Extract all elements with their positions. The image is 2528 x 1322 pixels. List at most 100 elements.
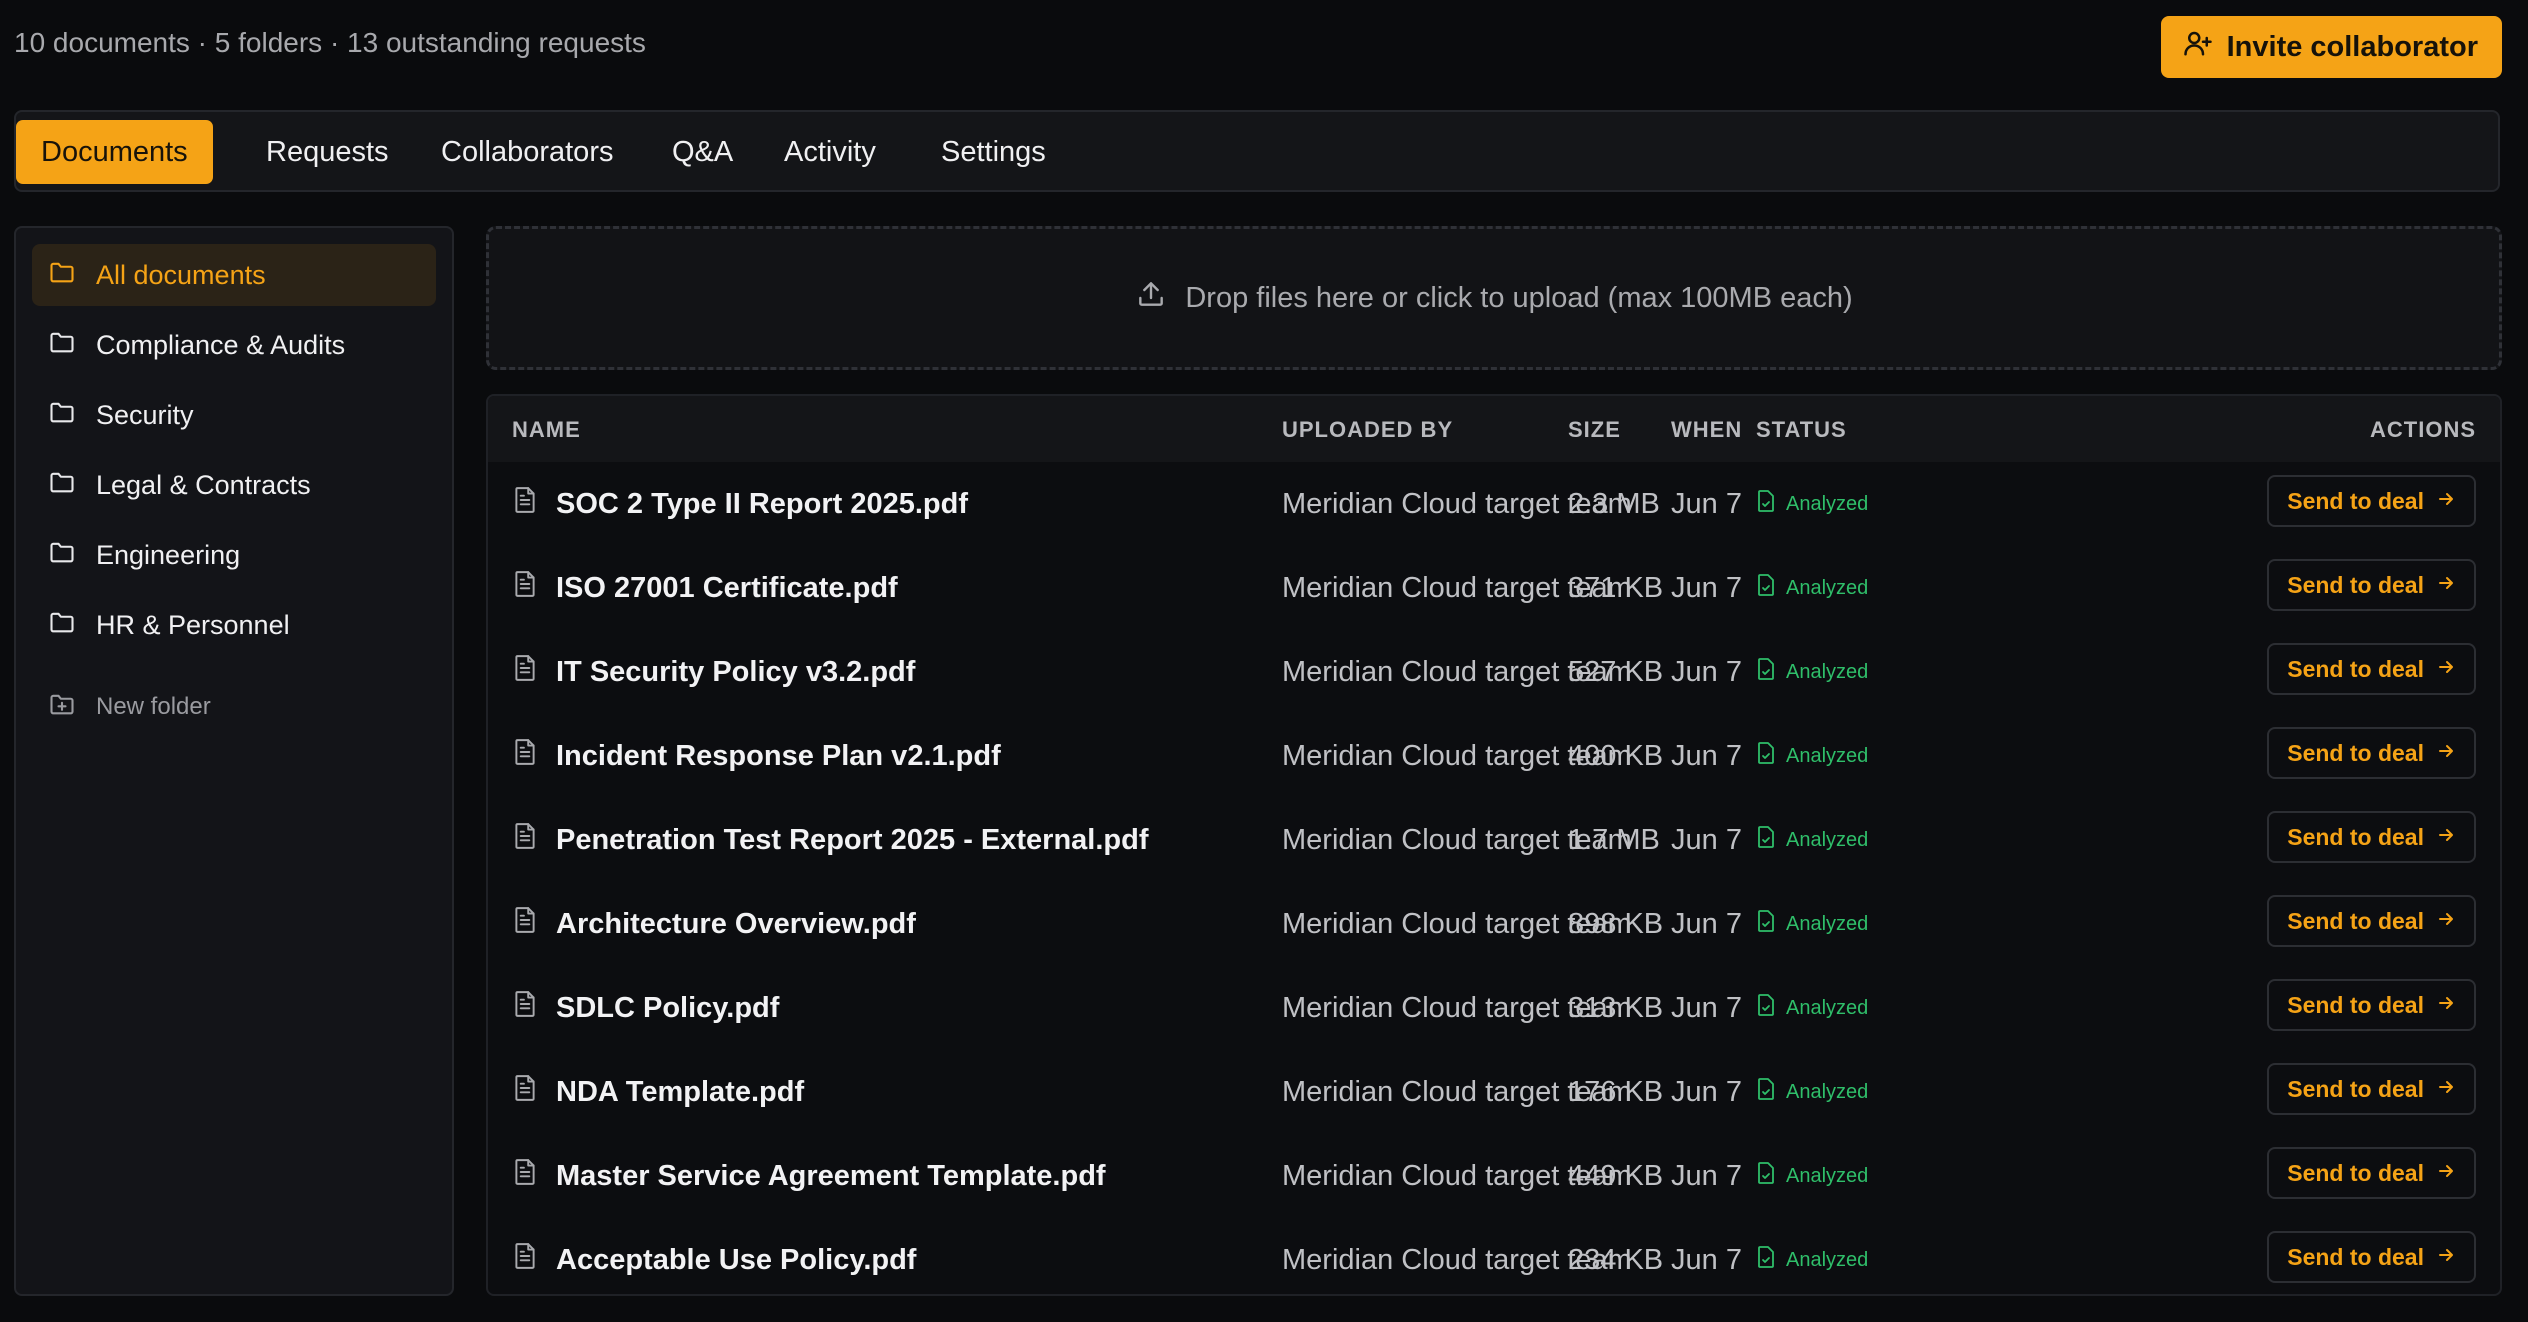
- upload-date: Jun 7: [1671, 1243, 1742, 1276]
- document-name-cell[interactable]: Master Service Agreement Template.pdf: [512, 1134, 1106, 1218]
- file-icon: [512, 990, 538, 1026]
- status-label: Analyzed: [1786, 828, 1869, 851]
- document-name-cell[interactable]: NDA Template.pdf: [512, 1050, 804, 1134]
- folder-engineering[interactable]: Engineering: [32, 524, 436, 586]
- send-to-deal-button[interactable]: Send to deal: [2267, 475, 2476, 527]
- send-to-deal-button[interactable]: Send to deal: [2267, 979, 2476, 1031]
- document-name-cell[interactable]: SOC 2 Type II Report 2025.pdf: [512, 462, 968, 546]
- tab-requests[interactable]: Requests: [241, 120, 414, 184]
- send-to-deal-button[interactable]: Send to deal: [2267, 1063, 2476, 1115]
- file-icon: [512, 486, 538, 522]
- tab-qa[interactable]: Q&A: [647, 120, 758, 184]
- file-check-icon: [1756, 1078, 1776, 1106]
- table-row[interactable]: ISO 27001 Certificate.pdf Meridian Cloud …: [488, 546, 2500, 630]
- file-icon: [512, 570, 538, 606]
- table-row[interactable]: NDA Template.pdf Meridian Cloud target te…: [488, 1050, 2500, 1134]
- status-badge: Analyzed: [1756, 798, 1868, 882]
- folder-hr-personnel[interactable]: HR & Personnel: [32, 594, 436, 656]
- file-check-icon: [1756, 574, 1776, 602]
- tab-documents[interactable]: Documents: [16, 120, 213, 184]
- file-icon: [512, 654, 538, 690]
- folder-sidebar: All documents Compliance & Audits Securi…: [14, 226, 454, 1296]
- arrow-right-icon: [2436, 1076, 2456, 1103]
- document-name[interactable]: NDA Template.pdf: [556, 1076, 804, 1109]
- send-to-deal-button[interactable]: Send to deal: [2267, 811, 2476, 863]
- table-row[interactable]: Acceptable Use Policy.pdf Meridian Cloud …: [488, 1218, 2500, 1294]
- folder-plus-icon: [48, 690, 76, 725]
- send-to-deal-button[interactable]: Send to deal: [2267, 1147, 2476, 1199]
- document-name-cell[interactable]: SDLC Policy.pdf: [512, 966, 779, 1050]
- status-label: Analyzed: [1786, 912, 1869, 935]
- table-row[interactable]: Incident Response Plan v2.1.pdf Meridian …: [488, 714, 2500, 798]
- header-name[interactable]: NAME: [512, 417, 581, 443]
- document-name-cell[interactable]: ISO 27001 Certificate.pdf: [512, 546, 898, 630]
- invite-collaborator-button[interactable]: Invite collaborator: [2160, 16, 2502, 78]
- file-icon: [512, 1158, 538, 1194]
- arrow-right-icon: [2436, 488, 2456, 515]
- document-name[interactable]: SDLC Policy.pdf: [556, 992, 779, 1025]
- send-to-deal-button[interactable]: Send to deal: [2267, 727, 2476, 779]
- file-size: 527 KB: [1568, 655, 1664, 688]
- summary-text: 10 documents · 5 folders · 13 outstandin…: [14, 27, 646, 58]
- document-name-cell[interactable]: Acceptable Use Policy.pdf: [512, 1218, 916, 1294]
- file-check-icon: [1756, 658, 1776, 686]
- header-uploaded-by[interactable]: UPLOADED BY: [1282, 417, 1453, 443]
- tab-activity[interactable]: Activity: [759, 120, 901, 184]
- folder-compliance-audits[interactable]: Compliance & Audits: [32, 314, 436, 376]
- document-name[interactable]: Architecture Overview.pdf: [556, 908, 916, 941]
- table-row[interactable]: Architecture Overview.pdf Meridian Cloud …: [488, 882, 2500, 966]
- document-name-cell[interactable]: Incident Response Plan v2.1.pdf: [512, 714, 1001, 798]
- document-name-cell[interactable]: IT Security Policy v3.2.pdf: [512, 630, 915, 714]
- status-badge: Analyzed: [1756, 630, 1868, 714]
- document-name-cell[interactable]: Penetration Test Report 2025 - External.…: [512, 798, 1149, 882]
- send-to-deal-label: Send to deal: [2287, 1159, 2424, 1186]
- status-badge: Analyzed: [1756, 1134, 1868, 1218]
- send-to-deal-button[interactable]: Send to deal: [2267, 643, 2476, 695]
- tab-settings[interactable]: Settings: [916, 120, 1071, 184]
- arrow-right-icon: [2436, 824, 2456, 851]
- status-label: Analyzed: [1786, 1080, 1869, 1103]
- document-name[interactable]: Acceptable Use Policy.pdf: [556, 1244, 916, 1277]
- send-to-deal-label: Send to deal: [2287, 991, 2424, 1018]
- folder-all-documents[interactable]: All documents: [32, 244, 436, 306]
- status-label: Analyzed: [1786, 660, 1869, 683]
- status-label: Analyzed: [1786, 576, 1869, 599]
- table-row[interactable]: IT Security Policy v3.2.pdf Meridian Clou…: [488, 630, 2500, 714]
- tab-bar: Documents Requests Collaborators Q&A Act…: [14, 110, 2500, 192]
- upload-date: Jun 7: [1671, 655, 1742, 688]
- upload-dropzone[interactable]: Drop files here or click to upload (max …: [486, 226, 2502, 370]
- upload-date: Jun 7: [1671, 1075, 1742, 1108]
- table-row[interactable]: Master Service Agreement Template.pdf Mer…: [488, 1134, 2500, 1218]
- header-actions: ACTIONS: [2370, 417, 2476, 442]
- file-check-icon: [1756, 742, 1776, 770]
- folder-legal-contracts[interactable]: Legal & Contracts: [32, 454, 436, 516]
- header-status[interactable]: STATUS: [1756, 417, 1847, 443]
- send-to-deal-button[interactable]: Send to deal: [2267, 895, 2476, 947]
- send-to-deal-button[interactable]: Send to deal: [2267, 559, 2476, 611]
- send-to-deal-button[interactable]: Send to deal: [2267, 1231, 2476, 1283]
- file-size: 371 KB: [1568, 571, 1664, 604]
- document-name[interactable]: Incident Response Plan v2.1.pdf: [556, 740, 1001, 773]
- new-folder-label: New folder: [96, 693, 211, 720]
- document-name[interactable]: Penetration Test Report 2025 - External.…: [556, 824, 1149, 857]
- status-label: Analyzed: [1786, 1248, 1869, 1271]
- folder-icon: [48, 258, 76, 293]
- arrow-right-icon: [2436, 656, 2456, 683]
- folder-security[interactable]: Security: [32, 384, 436, 446]
- table-row[interactable]: SOC 2 Type II Report 2025.pdf Meridian Cl…: [488, 462, 2500, 546]
- document-name[interactable]: ISO 27001 Certificate.pdf: [556, 572, 898, 605]
- new-folder-button[interactable]: New folder: [32, 676, 436, 738]
- header-when[interactable]: WHEN: [1671, 417, 1742, 443]
- document-name-cell[interactable]: Architecture Overview.pdf: [512, 882, 916, 966]
- send-to-deal-label: Send to deal: [2287, 1075, 2424, 1102]
- document-name[interactable]: IT Security Policy v3.2.pdf: [556, 656, 915, 689]
- document-name[interactable]: Master Service Agreement Template.pdf: [556, 1160, 1106, 1193]
- header-size[interactable]: SIZE: [1568, 417, 1621, 443]
- tab-collaborators[interactable]: Collaborators: [416, 120, 638, 184]
- table-row[interactable]: Penetration Test Report 2025 - External.…: [488, 798, 2500, 882]
- table-row[interactable]: SDLC Policy.pdf Meridian Cloud target tea…: [488, 966, 2500, 1050]
- status-label: Analyzed: [1786, 744, 1869, 767]
- document-name[interactable]: SOC 2 Type II Report 2025.pdf: [556, 488, 968, 521]
- folder-label: HR & Personnel: [96, 609, 290, 640]
- status-badge: Analyzed: [1756, 546, 1868, 630]
